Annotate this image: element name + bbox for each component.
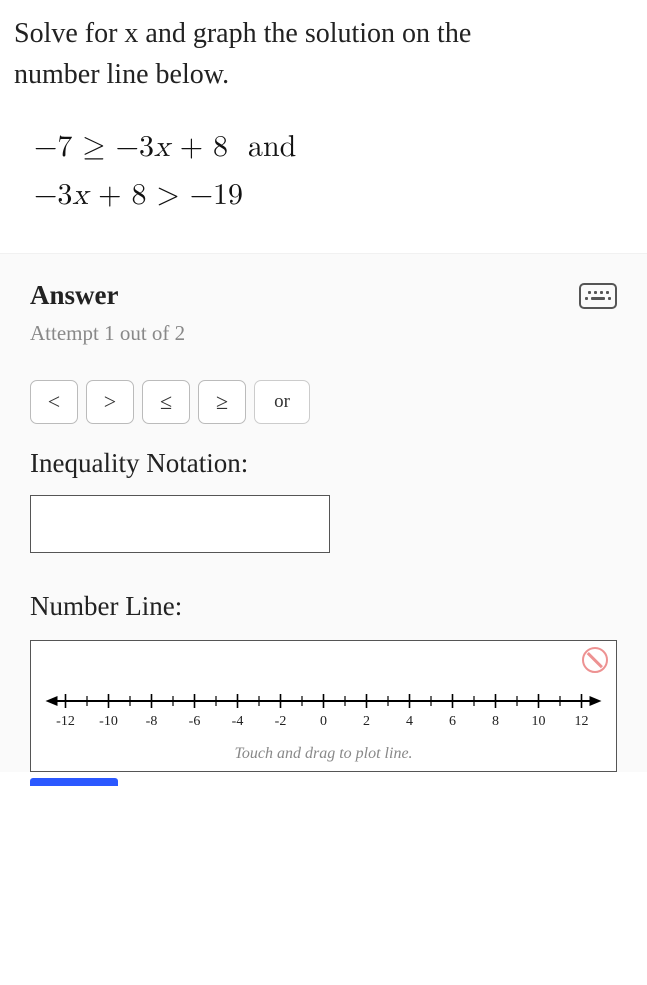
numberline-label: Number Line:: [30, 591, 617, 622]
tick-label: -10: [99, 714, 118, 729]
tick-label: 12: [575, 714, 589, 729]
problem-line-2: number line below.: [14, 59, 229, 90]
clear-icon[interactable]: [582, 647, 608, 673]
tick-label: -6: [189, 714, 201, 729]
tick-label: -2: [275, 714, 287, 729]
numberline-canvas[interactable]: -12 -10 -8 -6 -4 -2 0 2 4 6 8 10 12: [41, 687, 606, 743]
problem-line-1: Solve for x and graph the solution on th…: [14, 18, 471, 49]
numberline-panel: -12 -10 -8 -6 -4 -2 0 2 4 6 8 10 12 Touch and drag t…: [30, 640, 617, 772]
submit-button-partial[interactable]: [30, 778, 118, 786]
attempt-text: Attempt 1 out of 2: [30, 321, 617, 346]
bottom-bar: [0, 776, 647, 786]
tick-label: 0: [320, 714, 327, 729]
tick-label: 4: [406, 714, 413, 729]
or-button[interactable]: or: [254, 380, 310, 424]
gt-button[interactable]: >: [86, 380, 134, 424]
operator-row: < > ≤ ≥ or: [30, 380, 617, 424]
keypad-icon[interactable]: [579, 283, 617, 309]
math-expression: −7 ≥ −3x + 8 and −3x + 8 > −19: [0, 95, 647, 253]
math-line-1: −7 ≥ −3x + 8 and: [34, 123, 633, 171]
tick-label: 6: [449, 714, 456, 729]
tick-label: -4: [232, 714, 244, 729]
lt-button[interactable]: <: [30, 380, 78, 424]
le-button[interactable]: ≤: [142, 380, 190, 424]
tick-label: -8: [146, 714, 158, 729]
tick-label: 8: [492, 714, 499, 729]
numberline-hint: Touch and drag to plot line.: [41, 745, 606, 763]
inequality-label: Inequality Notation:: [30, 448, 617, 479]
inequality-input[interactable]: [30, 495, 330, 553]
ge-button[interactable]: ≥: [198, 380, 246, 424]
tick-label: -12: [56, 714, 75, 729]
tick-label: 2: [363, 714, 370, 729]
tick-label: 10: [532, 714, 546, 729]
math-line-2: −3x + 8 > −19: [34, 171, 633, 219]
answer-title: Answer: [30, 280, 119, 311]
